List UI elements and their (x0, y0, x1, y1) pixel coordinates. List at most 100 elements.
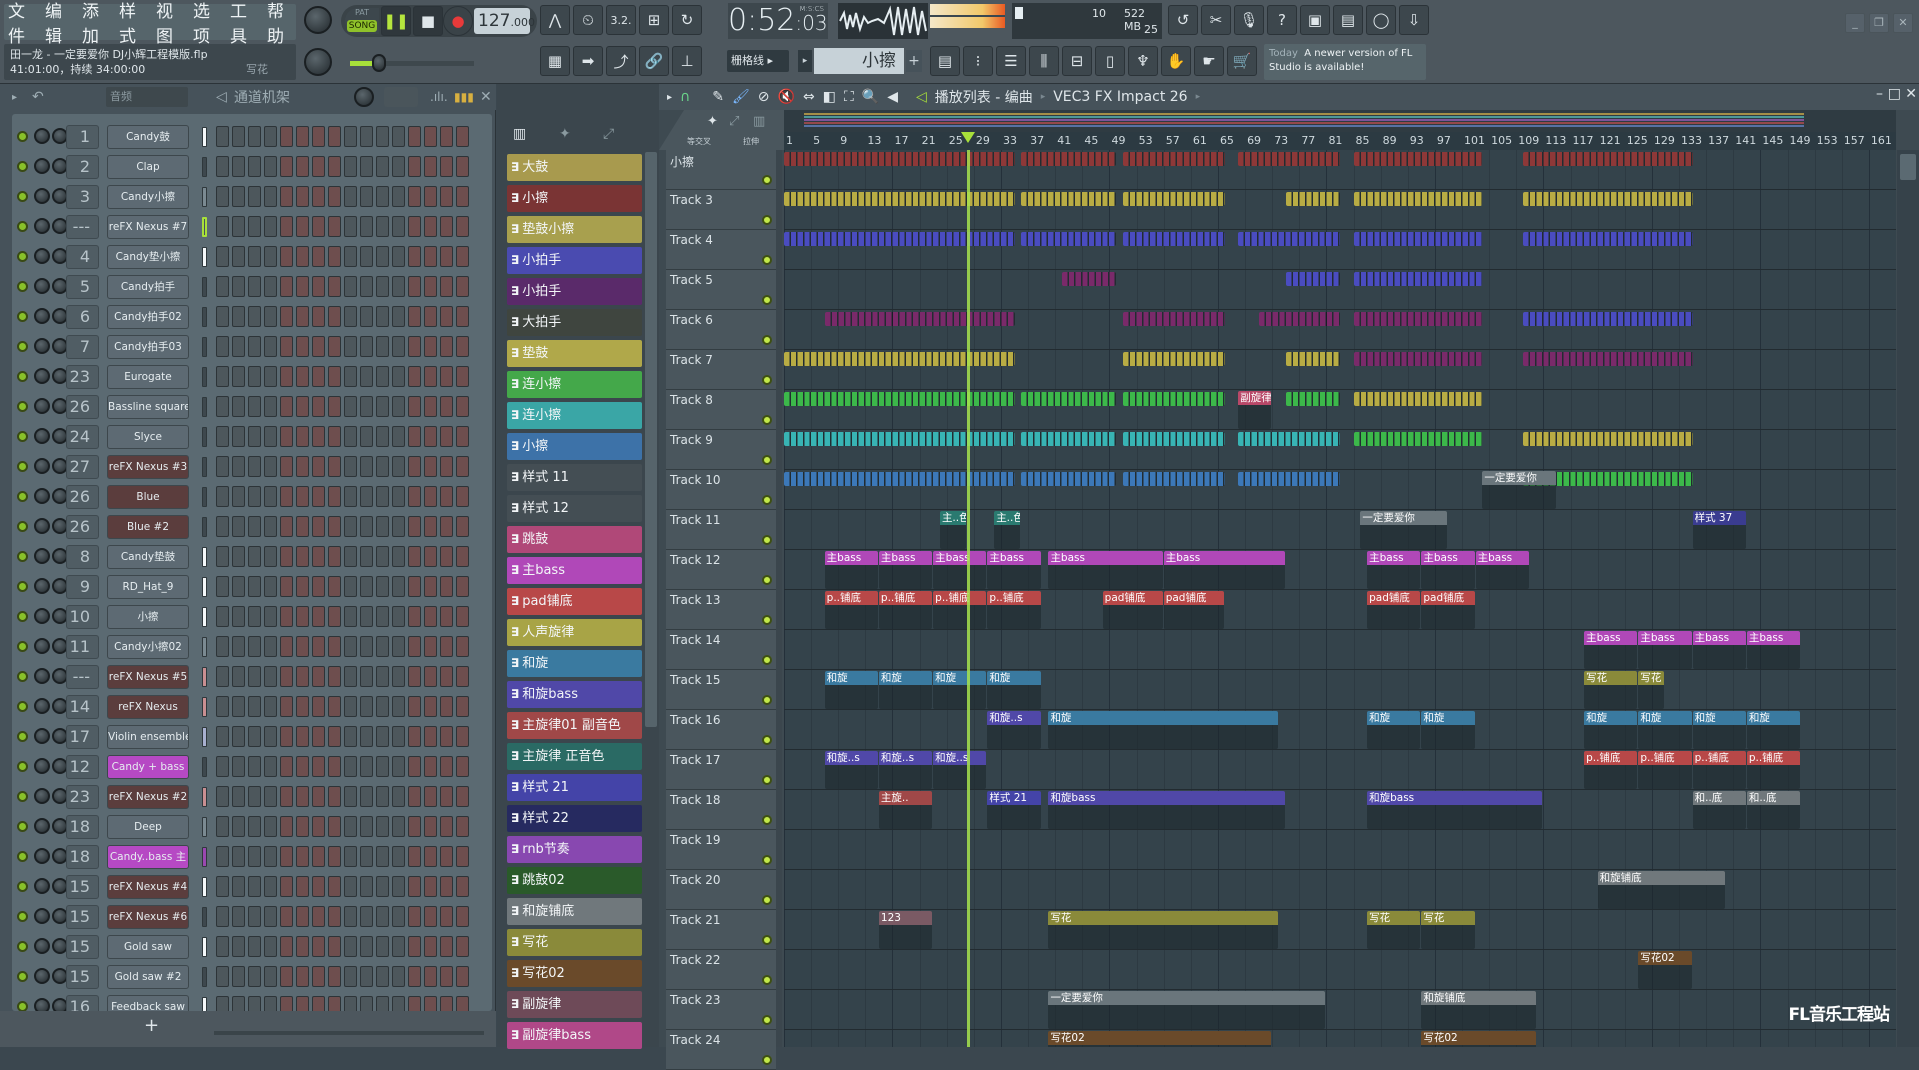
step-button[interactable] (376, 276, 389, 297)
pattern-clip-block[interactable] (784, 232, 1015, 246)
playlist-clip[interactable]: 写花 (1638, 671, 1664, 709)
step-button[interactable] (360, 486, 373, 507)
playlist-clip[interactable]: 主..色 (940, 511, 966, 549)
pattern-item[interactable]: 主旋律 正音色 (507, 743, 642, 770)
channel-select-indicator[interactable] (202, 637, 207, 657)
menu-item[interactable]: 添加 (82, 0, 111, 47)
channel-volume-knob[interactable] (34, 338, 50, 354)
pattern-item[interactable]: pad铺底 (507, 588, 642, 615)
step-button[interactable] (280, 666, 293, 687)
step-button[interactable] (408, 396, 421, 417)
channel-name-button[interactable]: Deep (107, 815, 189, 839)
step-button[interactable] (328, 966, 341, 987)
mixer-track-number[interactable]: 10 (66, 605, 99, 629)
step-button[interactable] (424, 636, 437, 657)
step-button[interactable] (232, 696, 245, 717)
step-button[interactable] (456, 846, 469, 867)
track-header[interactable]: Track 14 (666, 630, 776, 670)
playlist-clip[interactable]: p..铺底 (879, 591, 932, 629)
undo-history-icon[interactable]: ↺ (1168, 5, 1198, 35)
pattern-item[interactable]: 大鼓 (507, 154, 642, 181)
mixer-track-number[interactable]: 24 (66, 425, 99, 449)
channel-mute-led[interactable] (17, 791, 28, 802)
playlist-clip[interactable]: pad铺底 (1367, 591, 1420, 629)
channel-select-indicator[interactable] (202, 697, 207, 717)
channel-select-indicator[interactable] (202, 487, 207, 507)
step-button[interactable] (216, 786, 229, 807)
pattern-clip-block[interactable] (1021, 392, 1116, 406)
playlist-clip[interactable]: 和旋 (825, 671, 878, 709)
mixer-track-number[interactable]: 5 (66, 275, 99, 299)
playlist-clip[interactable]: 和旋bass (1048, 791, 1284, 829)
pattern-clip-block[interactable] (1123, 152, 1225, 166)
channel-volume-knob[interactable] (34, 278, 50, 294)
step-button[interactable] (392, 906, 405, 927)
step-button[interactable] (360, 276, 373, 297)
channel-select-indicator[interactable] (202, 787, 207, 807)
playlist-clip[interactable]: 主bass (1164, 551, 1285, 589)
step-button[interactable] (328, 306, 341, 327)
step-button[interactable] (408, 636, 421, 657)
channel-volume-knob[interactable] (34, 968, 50, 984)
step-button[interactable] (328, 186, 341, 207)
track-lane[interactable] (784, 990, 1896, 1030)
step-button[interactable] (440, 456, 453, 477)
step-button[interactable] (376, 126, 389, 147)
channel-mute-led[interactable] (17, 431, 28, 442)
step-button[interactable] (280, 156, 293, 177)
pattern-clip-block[interactable] (1123, 312, 1225, 326)
channel-mute-led[interactable] (17, 521, 28, 532)
track-lane[interactable] (784, 270, 1896, 310)
step-button[interactable] (280, 186, 293, 207)
step-button[interactable] (328, 486, 341, 507)
channel-select-indicator[interactable] (202, 907, 207, 927)
step-button[interactable] (344, 306, 357, 327)
track-mute-led[interactable] (762, 455, 772, 465)
step-button[interactable] (344, 876, 357, 897)
step-button[interactable] (392, 306, 405, 327)
playlist-clip[interactable]: p..铺底 (933, 591, 986, 629)
track-lane[interactable] (784, 950, 1896, 990)
step-button[interactable] (408, 216, 421, 237)
channel-name-button[interactable]: Slyce (107, 425, 189, 449)
channel-volume-knob[interactable] (34, 668, 50, 684)
pattern-clip-block[interactable] (784, 152, 1015, 166)
step-button[interactable] (232, 756, 245, 777)
step-view-icon[interactable]: ▮▮▮ (454, 90, 474, 104)
playlist-clip[interactable]: 和旋铺底 (1598, 871, 1726, 909)
step-button[interactable] (392, 366, 405, 387)
draw-tool-icon[interactable]: ✎ (712, 89, 724, 105)
step-button[interactable] (440, 846, 453, 867)
pattern-item[interactable]: 主bass (507, 557, 642, 584)
playlist-clip[interactable]: 和旋 (879, 671, 932, 709)
step-button[interactable] (248, 636, 261, 657)
channel-select-indicator[interactable] (202, 667, 207, 687)
pattern-clip-block[interactable] (1123, 352, 1225, 366)
step-button[interactable] (440, 306, 453, 327)
step-button[interactable] (392, 696, 405, 717)
pattern-item[interactable]: 样式 11 (507, 464, 642, 491)
paint-tool-icon[interactable]: 🖌 (732, 89, 750, 105)
arrangement-grid[interactable]: 副旋律主..色主..色一定要爱你一定要爱你样式 37主bass主bass主bas… (784, 150, 1896, 1047)
pattern-clip-block[interactable] (1523, 352, 1693, 366)
track-mute-led[interactable] (762, 415, 772, 425)
step-button[interactable] (376, 756, 389, 777)
channel-volume-knob[interactable] (34, 248, 50, 264)
save-icon[interactable]: ▣ (1300, 5, 1330, 35)
step-button[interactable] (456, 456, 469, 477)
arrow-icon[interactable]: ➡ (573, 46, 603, 76)
pattern-clip-block[interactable] (1354, 352, 1483, 366)
playlist-clip[interactable]: 和旋 (1048, 711, 1278, 749)
slice-tool-icon[interactable]: ◧ (823, 89, 836, 105)
pattern-item[interactable]: rnb节奏 (507, 836, 642, 863)
channel-volume-knob[interactable] (34, 308, 50, 324)
channel-select-indicator[interactable] (202, 127, 207, 147)
chat-icon[interactable]: ◯ (1366, 5, 1396, 35)
step-button[interactable] (312, 546, 325, 567)
pattern-clip-block[interactable] (1286, 392, 1340, 406)
menu-item[interactable]: 视图 (156, 0, 185, 47)
step-button[interactable] (392, 726, 405, 747)
pattern-selector[interactable]: 小擦 (814, 48, 904, 74)
step-button[interactable] (248, 906, 261, 927)
track-mute-led[interactable] (762, 975, 772, 985)
